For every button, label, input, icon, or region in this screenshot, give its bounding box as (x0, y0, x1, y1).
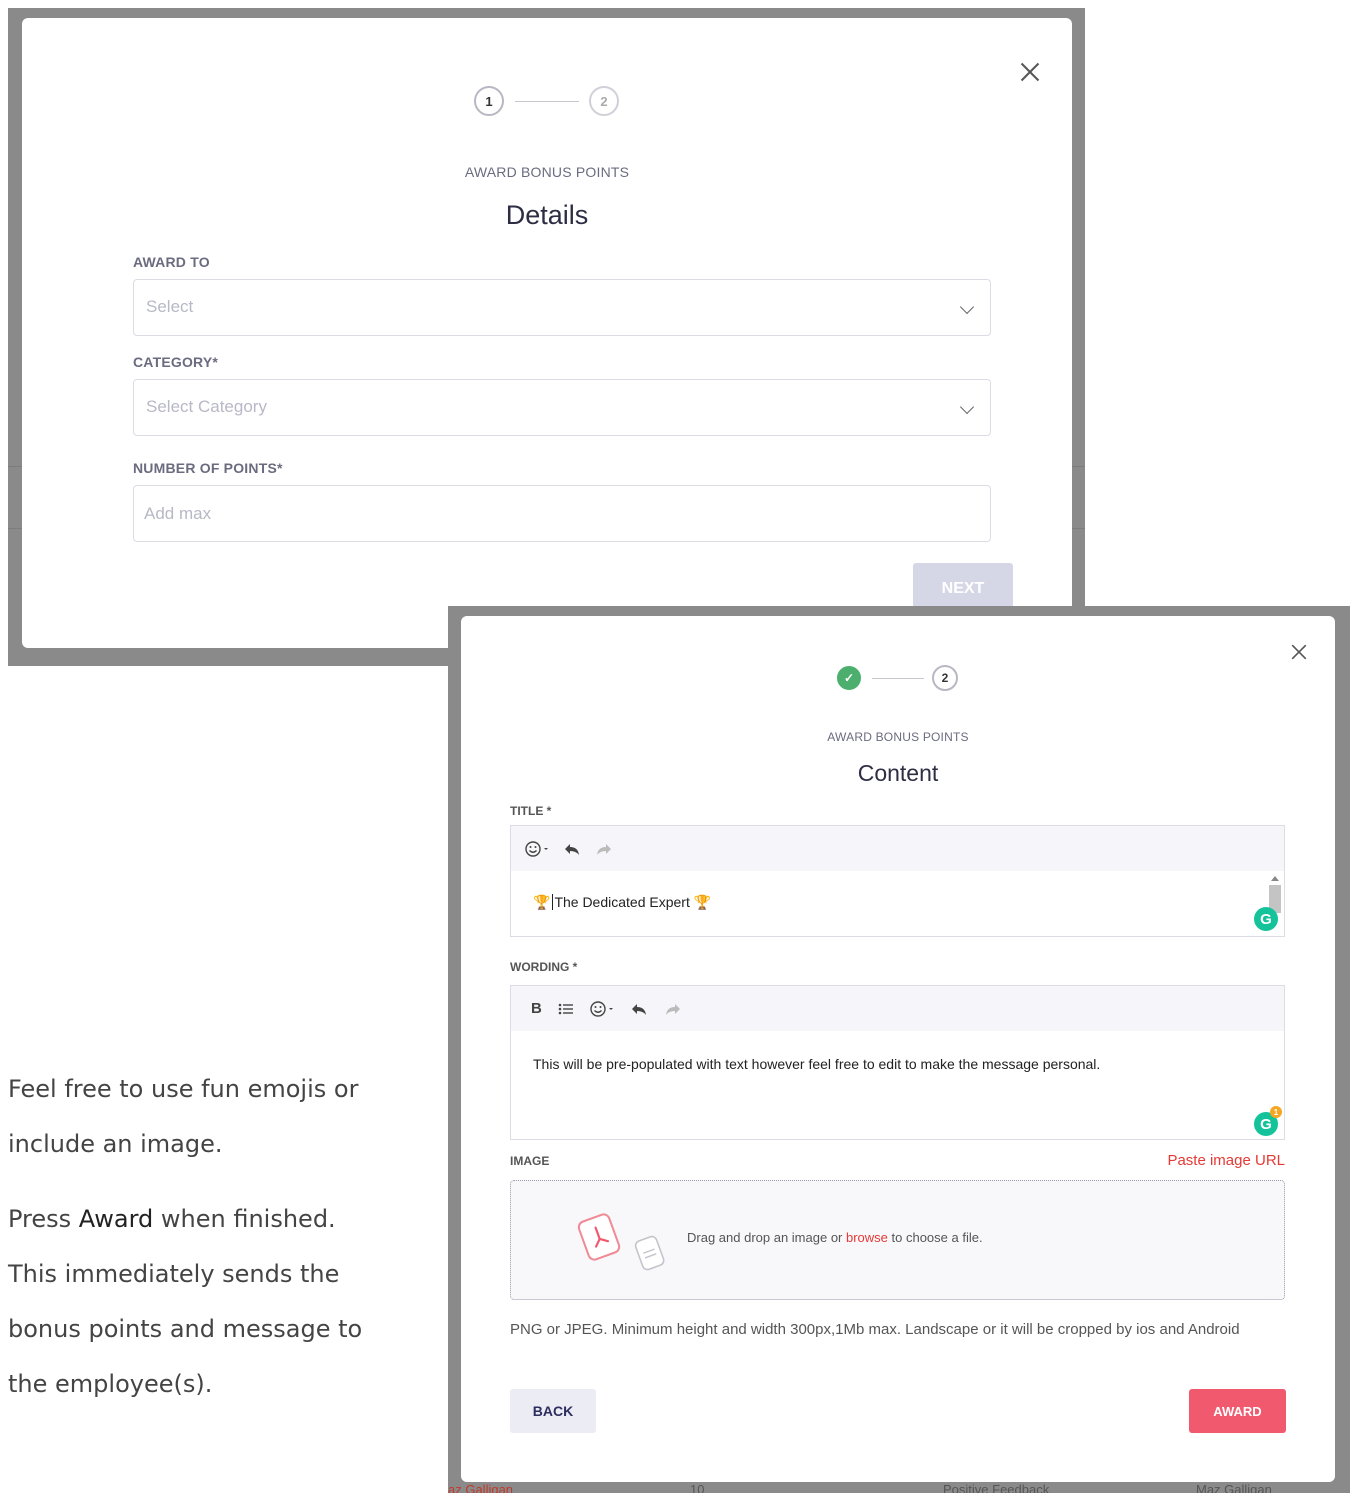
instruction-line: Press Award when finished. (8, 1192, 336, 1247)
list-icon[interactable] (558, 1002, 574, 1016)
title-text: The Dedicated Expert (552, 894, 690, 910)
category-label: CATEGORY* (133, 354, 219, 370)
instruction-line: Feel free to use fun emojis or (8, 1075, 359, 1103)
step-1-complete-icon: ✓ (837, 666, 861, 690)
title-label: TITLE * (510, 804, 552, 818)
back-button[interactable]: BACK (510, 1389, 596, 1433)
screenshot-content: az Galligan 10 Positive Feedback Maz Gal… (448, 606, 1350, 1493)
modal-title: Content (857, 760, 939, 786)
instruction-line: This immediately sends the (8, 1260, 340, 1288)
browse-link[interactable]: browse (846, 1230, 888, 1245)
modal-overline: AWARD BONUS POINTS (464, 164, 630, 180)
grammarly-badge: 1 (1270, 1106, 1282, 1118)
award-to-placeholder: Select (146, 297, 194, 316)
wording-editor[interactable]: B This will be pre-populated with text h… (510, 985, 1285, 1140)
step-2-indicator: 2 (589, 86, 619, 116)
dropzone-text-before: Drag and drop an image or (687, 1230, 846, 1245)
bold-icon[interactable]: B (531, 1000, 542, 1017)
undo-icon[interactable] (630, 1002, 648, 1016)
instruction-text: when finished. (153, 1205, 336, 1233)
image-dropzone[interactable]: Drag and drop an image or browse to choo… (510, 1180, 1285, 1300)
close-icon[interactable] (1289, 642, 1308, 661)
dropzone-text-after: to choose a file. (887, 1230, 983, 1245)
step-connector (515, 101, 579, 102)
instruction-line: bonus points and message to (8, 1315, 363, 1343)
paste-image-url-link[interactable]: Paste image URL (1167, 1152, 1285, 1169)
details-modal: 1 2 AWARD BONUS POINTS Details AWARD TO … (22, 18, 1072, 648)
background-cell: Maz Galligan (1196, 1482, 1272, 1493)
step-connector (872, 678, 924, 679)
emoji-icon[interactable] (590, 1000, 614, 1017)
trophy-icon: 🏆 (693, 894, 712, 910)
background-cell: Positive Feedback (943, 1482, 1050, 1493)
document-icon (631, 1233, 669, 1280)
points-input[interactable] (133, 485, 991, 542)
wording-label: WORDING * (510, 960, 578, 974)
screenshot-details: 1 2 AWARD BONUS POINTS Details AWARD TO … (8, 8, 1085, 666)
wording-toolbar: B (511, 986, 1284, 1031)
award-button[interactable]: AWARD (1189, 1389, 1286, 1433)
undo-icon[interactable] (563, 842, 581, 856)
wording-content[interactable]: This will be pre-populated with text how… (533, 1056, 1100, 1072)
title-content[interactable]: 🏆 The Dedicated Expert 🏆 (533, 894, 711, 911)
dropzone-text: Drag and drop an image or browse to choo… (687, 1230, 983, 1245)
award-to-label: AWARD TO (133, 254, 210, 270)
category-select[interactable]: Select Category (133, 379, 991, 436)
modal-overline: AWARD BONUS POINTS (827, 730, 969, 744)
title-editor[interactable]: 🏆 The Dedicated Expert 🏆 G (510, 825, 1285, 937)
redo-icon[interactable] (595, 842, 613, 856)
step-1-indicator: 1 (474, 86, 504, 116)
close-icon[interactable] (1018, 60, 1042, 84)
emoji-icon[interactable] (525, 840, 549, 857)
grammarly-icon[interactable]: G (1254, 907, 1278, 931)
grammarly-icon[interactable]: G 1 (1254, 1106, 1282, 1136)
background-cell: 10 (690, 1482, 705, 1493)
trophy-icon: 🏆 (533, 894, 551, 910)
content-modal: ✓ 2 AWARD BONUS POINTS Content TITLE * 🏆… (461, 616, 1335, 1482)
modal-title: Details (505, 200, 589, 230)
grammarly-letter: G (1260, 1115, 1272, 1133)
instruction-line: the employee(s). (8, 1370, 213, 1398)
title-toolbar (511, 826, 1284, 871)
instruction-emphasis: Award (78, 1205, 154, 1233)
points-label: NUMBER OF POINTS* (133, 460, 283, 476)
step-2-indicator: 2 (932, 665, 958, 691)
chevron-down-icon (959, 299, 975, 315)
instruction-text: Press (8, 1205, 79, 1233)
background-cell: az Galligan (448, 1482, 514, 1493)
instruction-line: include an image. (8, 1130, 223, 1158)
chevron-down-icon (959, 399, 975, 415)
image-label: IMAGE (510, 1154, 550, 1168)
award-to-select[interactable]: Select (133, 279, 991, 336)
scroll-up-arrow[interactable] (1271, 876, 1279, 881)
redo-icon[interactable] (664, 1002, 682, 1016)
category-placeholder: Select Category (146, 397, 267, 416)
image-hint: PNG or JPEG. Minimum height and width 30… (510, 1321, 1240, 1338)
pdf-file-icon (573, 1211, 625, 1268)
